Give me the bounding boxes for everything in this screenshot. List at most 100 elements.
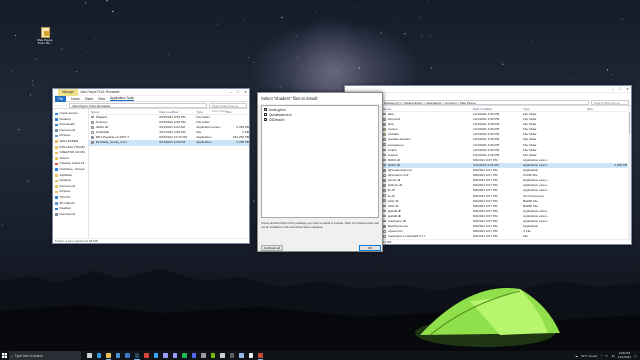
- column-header[interactable]: Size: [226, 109, 249, 114]
- forward-icon[interactable]: →: [60, 103, 63, 107]
- context-tab-manage[interactable]: Manage: [58, 89, 78, 96]
- ok-button[interactable]: OK: [359, 245, 381, 251]
- terminal-icon[interactable]: [229, 353, 234, 358]
- search-input[interactable]: Search Max Payne: [591, 99, 629, 105]
- column-header[interactable]: Name: [91, 109, 159, 114]
- desktop-shortcut-max-payne[interactable]: Max Payne FULL Re...: [34, 27, 56, 46]
- nav-item[interactable]: Documents: [53, 212, 88, 218]
- star: [610, 74, 612, 76]
- folder-icon: [55, 179, 58, 183]
- star: [468, 36, 470, 38]
- maximize-icon[interactable]: □: [237, 90, 239, 94]
- address-path[interactable]: Max Payne FULL Remaster: [69, 102, 207, 108]
- folder-icon: [383, 123, 387, 126]
- ribbon-tab[interactable]: File: [55, 95, 67, 102]
- column-header[interactable]: Name: [383, 106, 473, 111]
- chrome-icon[interactable]: [144, 353, 149, 358]
- close-icon[interactable]: ✕: [244, 90, 247, 94]
- title-bar[interactable]: Manage Max Payne FULL Remaster – □ ✕: [53, 89, 249, 96]
- reshade-icon[interactable]: [257, 353, 263, 360]
- photoshop-icon[interactable]: [153, 353, 158, 358]
- minimize-icon[interactable]: –: [612, 87, 614, 91]
- file-name-text: maxpayne.dll: [387, 218, 406, 223]
- file-type-text: Application exten...: [196, 125, 223, 130]
- uncheck-all-button[interactable]: Uncheck all: [261, 245, 283, 251]
- checkbox[interactable]: [264, 113, 268, 117]
- file-name-text: dgVoodoo.conf: [387, 173, 409, 178]
- download-icon: [55, 123, 58, 127]
- folder-icon: [383, 153, 387, 157]
- file-date-text: 12/1/2021 4:09 PM: [473, 127, 500, 132]
- file-icon: [383, 179, 387, 182]
- file-date-text: 8/4/2021 9:07 PM: [473, 224, 498, 229]
- taskbar-search[interactable]: ⌕ Type here to search: [9, 351, 81, 360]
- ribbon-tab[interactable]: View: [98, 97, 105, 101]
- file-name-text: maxpayne.1.scriptdeff.0.7.7: [387, 234, 426, 239]
- star: [15, 34, 17, 37]
- search-input[interactable]: Search Max Payne FULL Rem...: [209, 102, 247, 113]
- spotify-icon[interactable]: [182, 353, 187, 358]
- ribbon-tab[interactable]: Share: [85, 97, 94, 101]
- star: [450, 3, 452, 4]
- network-icon[interactable]: ▭: [605, 354, 608, 358]
- file-name-text: movies: [387, 127, 398, 132]
- premiere-icon[interactable]: [163, 353, 168, 358]
- file-icon: [383, 235, 387, 238]
- file-type-text: CONF File: [523, 173, 538, 178]
- column-header[interactable]: Size: [587, 106, 627, 111]
- column-header[interactable]: Date modified: [473, 106, 523, 111]
- star: [86, 51, 88, 52]
- star: [258, 50, 260, 52]
- notepad-icon[interactable]: [239, 353, 244, 358]
- folder-icon: [383, 143, 387, 147]
- windows-start-icon[interactable]: [0, 351, 9, 360]
- star: [280, 86, 282, 88]
- shader-option[interactable]: SSDetail.fx: [264, 117, 376, 122]
- file-date-text: 8/4/2021 9:07 PM: [473, 229, 498, 234]
- file-explorer-icon[interactable]: [105, 353, 111, 360]
- weather-icon[interactable]: ☁: [575, 354, 578, 358]
- file-name-text: LICENSE: [95, 130, 109, 135]
- clock[interactable]: 2:08 PM 12/1/2021: [618, 351, 631, 359]
- file-date-text: 8/4/2021 9:07 PM: [473, 178, 498, 183]
- notifications-icon[interactable]: ▢: [634, 354, 637, 358]
- column-header[interactable]: Date modified: [159, 109, 196, 114]
- obs-icon[interactable]: [201, 353, 206, 358]
- column-header[interactable]: Type: [523, 106, 587, 111]
- file-type-text: Application: [196, 135, 212, 140]
- discord-icon[interactable]: [191, 353, 196, 358]
- nvidia-icon[interactable]: [210, 353, 215, 358]
- close-icon[interactable]: ✕: [626, 87, 629, 91]
- epic-games-icon[interactable]: [248, 353, 253, 358]
- mail-icon[interactable]: [125, 353, 130, 358]
- task-view-icon[interactable]: [87, 353, 92, 358]
- address-path[interactable]: This PC > TB Storage (D:) > SteamLibrary…: [361, 99, 589, 105]
- volume-icon[interactable]: ◄): [611, 354, 615, 358]
- ribbon-tab[interactable]: Home: [71, 97, 80, 101]
- weather-text[interactable]: 54°F Cloudy: [581, 354, 598, 358]
- file-type-text: Application exten...: [523, 183, 550, 188]
- vertical-scrollbar[interactable]: [628, 106, 631, 239]
- maximize-icon[interactable]: □: [619, 87, 621, 91]
- store-icon[interactable]: [115, 353, 120, 358]
- file-name-text: support: [387, 152, 399, 157]
- settings-icon[interactable]: [220, 353, 225, 358]
- minimize-icon[interactable]: –: [230, 90, 232, 94]
- chevron-up-icon[interactable]: ^: [601, 354, 602, 358]
- back-icon[interactable]: ←: [55, 103, 58, 107]
- column-header[interactable]: Type: [196, 109, 225, 114]
- title-bar[interactable]: – □ ✕: [345, 86, 631, 93]
- checkbox[interactable]: [264, 108, 268, 112]
- file-row[interactable]: ReShade_Setup_4.9.1 8/11/2021 2:08 PM Appl…: [89, 140, 249, 146]
- after-effects-icon[interactable]: [172, 353, 177, 358]
- file-date-text: 8/4/2021 9:07 PM: [473, 157, 498, 162]
- checkbox[interactable]: [264, 118, 268, 122]
- star: [168, 53, 170, 55]
- up-icon[interactable]: ↑: [66, 103, 68, 107]
- star-icon: [55, 112, 58, 116]
- ribbon-tab[interactable]: Application Tools: [110, 96, 134, 101]
- file-name-text: ifc.dll: [387, 193, 395, 198]
- edge-icon[interactable]: [96, 353, 101, 358]
- steam-icon[interactable]: [134, 353, 139, 360]
- star: [1, 224, 3, 226]
